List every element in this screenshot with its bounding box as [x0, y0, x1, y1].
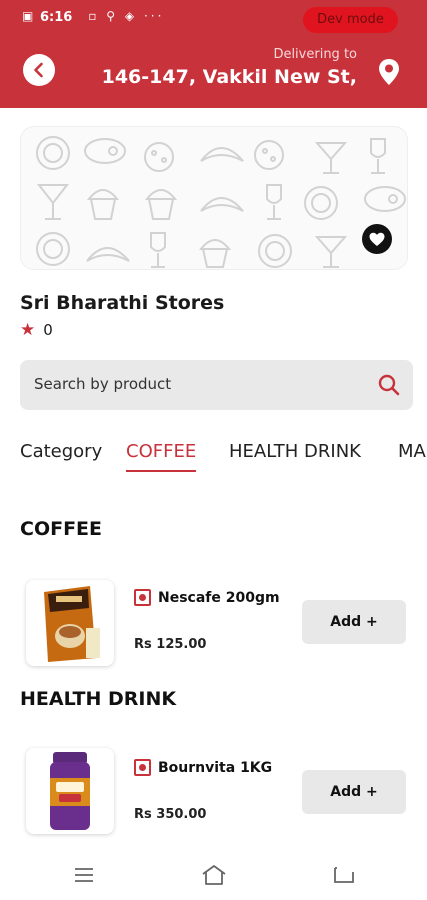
- menu-icon[interactable]: [74, 867, 94, 883]
- veg-indicator-icon: [134, 759, 151, 776]
- store-name: Sri Bharathi Stores: [20, 292, 225, 314]
- home-icon[interactable]: [201, 864, 227, 886]
- status-bar: ▣ ▫ ⚲ ◈ ··· 6:16 Dev mode: [0, 0, 427, 36]
- rating-value: 0: [43, 321, 53, 339]
- section-title-health-drink: HEALTH DRINK: [20, 688, 177, 710]
- search-icon[interactable]: [377, 373, 401, 397]
- product-image-bournvita[interactable]: [26, 748, 114, 834]
- section-title-coffee: COFFEE: [20, 518, 103, 540]
- star-icon: ★: [20, 320, 36, 340]
- heart-icon: [369, 232, 385, 246]
- add-nescafe-button[interactable]: Add +: [302, 600, 406, 644]
- category-tab-bar: Category COFFEE HEALTH DRINK MA: [20, 436, 427, 476]
- delivering-to-label: Delivering to: [273, 47, 357, 62]
- app-header: ▣ ▫ ⚲ ◈ ··· 6:16 Dev mode Delivering to 1…: [0, 0, 427, 108]
- add-bournvita-button[interactable]: Add +: [302, 770, 406, 814]
- product-image-nescafe[interactable]: [26, 580, 114, 666]
- favorite-button[interactable]: [362, 224, 392, 254]
- food-pattern-illustration: [36, 136, 406, 268]
- product-name: Nescafe 200gm: [158, 590, 280, 606]
- product-name: Bournvita 1KG: [158, 760, 273, 776]
- product-price: Rs 350.00: [134, 807, 207, 822]
- back-button[interactable]: [23, 54, 55, 86]
- system-navigation-bar: [0, 850, 427, 900]
- search-input[interactable]: Search by product: [34, 375, 171, 393]
- back-arrow-icon: [34, 62, 43, 78]
- bournvita-jar-illustration: [50, 752, 90, 830]
- back-nav-icon[interactable]: [333, 866, 355, 884]
- tab-partial[interactable]: MA: [398, 441, 426, 470]
- veg-indicator-icon: [134, 589, 151, 606]
- product-price: Rs 125.00: [134, 637, 207, 652]
- dev-mode-badge: Dev mode: [303, 7, 398, 33]
- product-search-bar[interactable]: Search by product: [20, 360, 413, 410]
- store-rating: ★ 0: [20, 320, 53, 340]
- store-banner: [20, 126, 408, 270]
- delivery-address[interactable]: 146-147, Vakkil New St,: [102, 66, 357, 88]
- category-label: Category: [20, 441, 103, 462]
- location-pin-icon[interactable]: [377, 58, 401, 86]
- tab-health-drink[interactable]: HEALTH DRINK: [229, 441, 361, 470]
- status-time: 6:16: [40, 10, 73, 25]
- tab-coffee[interactable]: COFFEE: [126, 441, 197, 472]
- nescafe-pack-illustration: [44, 586, 100, 662]
